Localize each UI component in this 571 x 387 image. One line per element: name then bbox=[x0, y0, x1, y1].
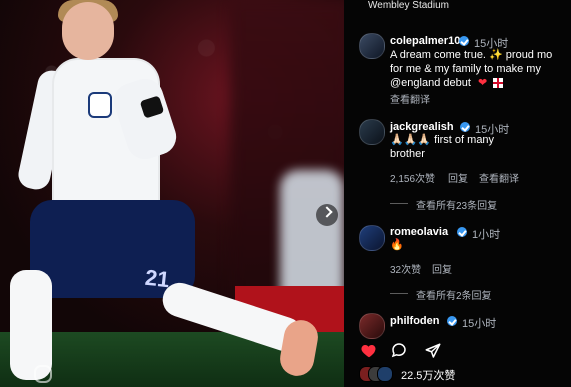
comment-user[interactable]: philfoden bbox=[390, 315, 440, 327]
comment-translate[interactable]: 查看翻译 bbox=[479, 170, 519, 185]
verified-badge-icon bbox=[457, 227, 467, 237]
verified-badge-icon bbox=[459, 36, 469, 46]
instagram-post-screenshot: 21 Wembley Stadium colepalmer10 15小时 A d… bbox=[0, 0, 571, 387]
avatar-colepalmer10[interactable] bbox=[359, 33, 385, 59]
post-author[interactable]: colepalmer10 bbox=[390, 35, 460, 47]
comment-time: 1小时 bbox=[472, 229, 501, 241]
replies-divider bbox=[390, 293, 408, 294]
player-head bbox=[62, 2, 114, 60]
next-media-button[interactable] bbox=[316, 204, 338, 226]
media-indicator bbox=[34, 365, 52, 383]
view-all-replies[interactable]: 查看所有2条回复 bbox=[416, 287, 492, 302]
post-caption-line2: for me & my family to make my bbox=[390, 63, 541, 75]
comment-reply[interactable]: 回复 bbox=[432, 261, 452, 276]
view-all-replies[interactable]: 查看所有23条回复 bbox=[416, 197, 497, 212]
england-flag-icon bbox=[493, 78, 504, 89]
comment-user[interactable]: romeolavia bbox=[390, 226, 448, 238]
comment-icon[interactable] bbox=[390, 341, 408, 359]
location-header: Wembley Stadium bbox=[344, 0, 571, 16]
england-badge bbox=[88, 92, 112, 118]
player-leg-left bbox=[10, 270, 52, 380]
comment-time: 15小时 bbox=[462, 318, 497, 330]
post-caption-line3: @england debut ❤ bbox=[390, 77, 504, 90]
heart-emoji-icon: ❤ bbox=[477, 77, 488, 89]
post-translate-link[interactable]: 查看翻译 bbox=[390, 91, 430, 106]
post-caption-line1: A dream come true. ✨ proud mo bbox=[390, 49, 553, 61]
comment-text-line2: brother bbox=[390, 148, 425, 160]
replies-divider bbox=[390, 203, 408, 204]
avatar-romeolavia[interactable] bbox=[359, 225, 385, 251]
likes-count: 22.5万次赞 bbox=[401, 370, 456, 382]
comment-likes[interactable]: 2,156次赞 bbox=[390, 170, 435, 185]
avatar-philfoden[interactable] bbox=[359, 313, 385, 339]
comment-reply[interactable]: 回复 bbox=[448, 170, 468, 185]
post-caption-mention[interactable]: @england debut bbox=[390, 77, 471, 89]
player-shorts bbox=[30, 200, 195, 298]
verified-badge-icon bbox=[447, 316, 457, 326]
comment-user[interactable]: jackgrealish bbox=[390, 121, 454, 133]
heart-icon[interactable] bbox=[360, 342, 378, 358]
avatar-jackgrealish[interactable] bbox=[359, 119, 385, 145]
share-icon[interactable] bbox=[424, 342, 442, 360]
post-photo: 21 bbox=[0, 0, 344, 387]
comments-panel: Wembley Stadium colepalmer10 15小时 A drea… bbox=[344, 0, 571, 387]
comment-text: 🔥 bbox=[390, 239, 404, 251]
comment-likes[interactable]: 32次赞 bbox=[390, 261, 421, 276]
location-name[interactable]: Wembley Stadium bbox=[368, 0, 449, 11]
liker-avatar bbox=[377, 366, 393, 382]
comment-text-line1: 🙏🏻🙏🏻🙏🏻 first of many bbox=[390, 134, 495, 146]
chevron-right-icon bbox=[321, 206, 333, 218]
verified-badge-icon bbox=[460, 122, 470, 132]
